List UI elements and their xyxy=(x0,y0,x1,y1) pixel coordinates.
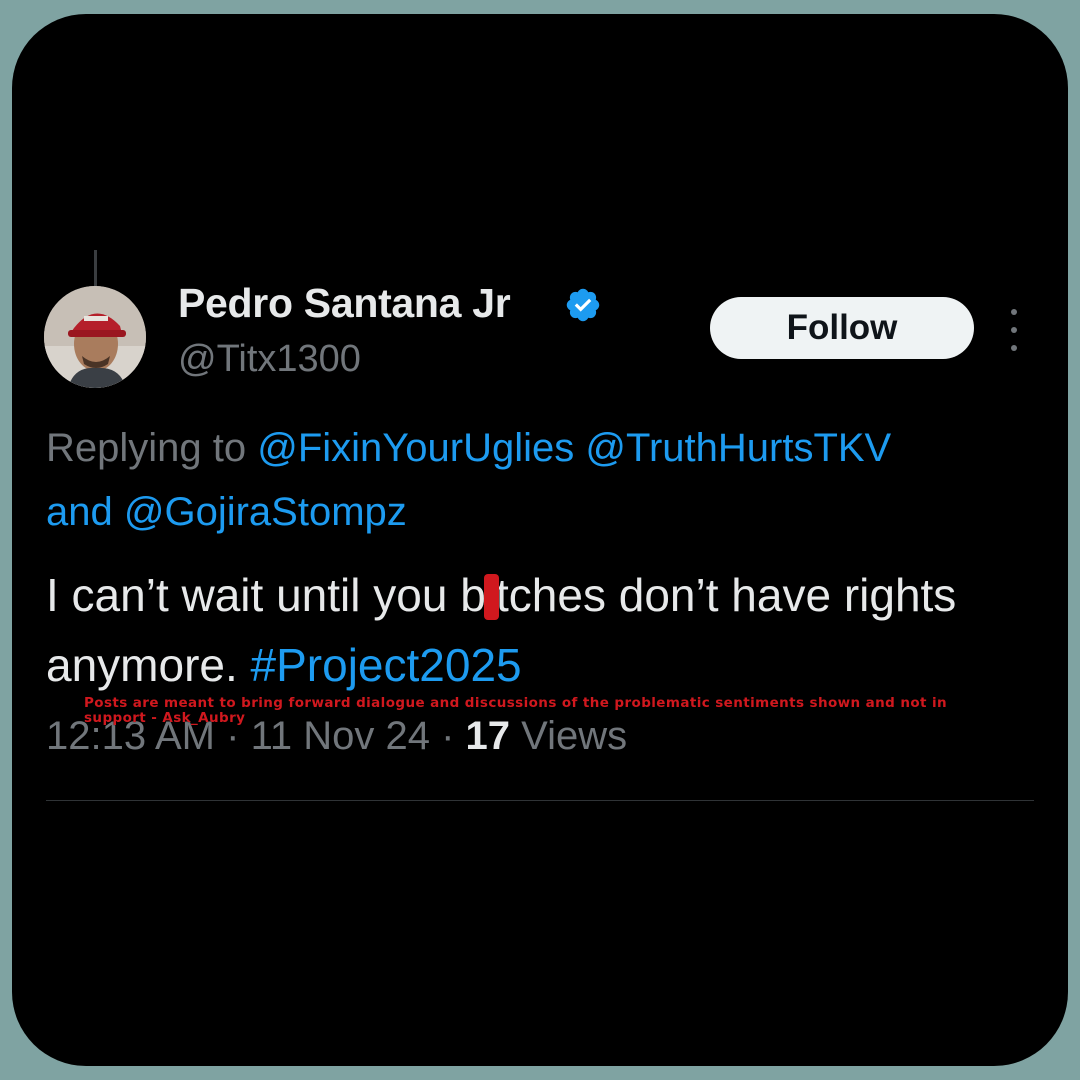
more-options-icon[interactable] xyxy=(1002,309,1026,351)
follow-button[interactable]: Follow xyxy=(710,297,974,359)
mention-link[interactable]: @GojiraStompz xyxy=(124,490,407,534)
verified-badge-icon xyxy=(566,288,600,322)
more-dot xyxy=(1011,327,1017,333)
divider xyxy=(46,800,1034,801)
more-dot xyxy=(1011,309,1017,315)
author-handle[interactable]: @Titx1300 xyxy=(178,338,361,381)
avatar-image xyxy=(44,286,146,388)
reply-joiner: and xyxy=(46,490,113,534)
censored-letter: i xyxy=(483,560,500,630)
tweet-screenshot-card: Pedro Santana Jr @Titx1300 Follow Replyi… xyxy=(12,14,1068,1066)
reply-prefix: Replying to xyxy=(46,426,258,470)
reply-context: Replying to @FixinYourUglies @TruthHurts… xyxy=(46,416,1056,544)
disclaimer-watermark: Posts are meant to bring forward dialogu… xyxy=(84,695,947,726)
mention-link[interactable]: @TruthHurtsTKV xyxy=(585,426,891,470)
hashtag-link[interactable]: #Project2025 xyxy=(251,639,522,691)
mention-link[interactable]: @FixinYourUglies xyxy=(257,426,574,470)
tweet-body: I can’t wait until you bitches don’t hav… xyxy=(46,560,1056,700)
tweet-text-part: I can’t wait until you b xyxy=(46,569,486,621)
more-dot xyxy=(1011,345,1017,351)
avatar[interactable] xyxy=(44,286,146,388)
author-display-name[interactable]: Pedro Santana Jr xyxy=(178,280,511,327)
